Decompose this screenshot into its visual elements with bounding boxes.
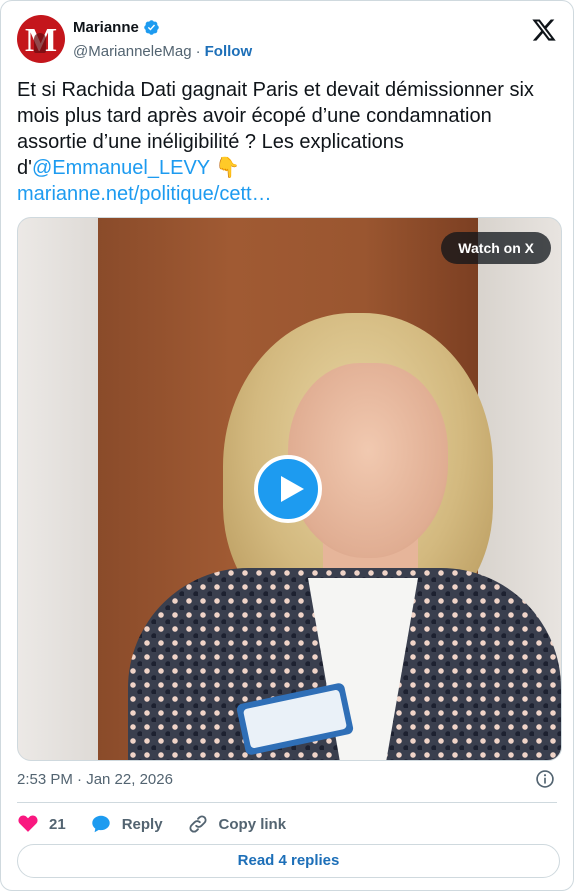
copy-link-label: Copy link — [218, 815, 287, 833]
x-logo-icon[interactable] — [531, 17, 557, 43]
tweet-text: Et si Rachida Dati gagnait Paris et deva… — [17, 77, 559, 207]
play-button[interactable] — [254, 455, 322, 523]
name-line: Marianne — [73, 19, 160, 36]
account-handle[interactable]: @MarianneleMag — [73, 43, 192, 60]
reply-label: Reply — [121, 815, 163, 833]
video-media[interactable]: Watch on X — [17, 217, 562, 761]
heart-icon — [18, 815, 38, 832]
like-button[interactable]: 21 — [17, 813, 66, 835]
play-icon — [281, 476, 304, 502]
tweet-timestamp[interactable]: 2:53 PM · Jan 22, 2026 — [17, 771, 173, 788]
tweet-card: M Marianne @MarianneleMag · Follow Et si… — [0, 0, 574, 891]
separator-dot: · — [195, 43, 201, 60]
avatar-figure — [34, 33, 46, 53]
verified-badge-icon — [144, 20, 159, 35]
pointing-down-emoji: 👇 — [215, 157, 241, 179]
reply-bubble-icon — [91, 815, 110, 833]
handle-line: @MarianneleMag · Follow — [73, 43, 252, 60]
account-name[interactable]: Marianne — [73, 19, 139, 36]
action-bar: 21 Reply Copy link — [17, 813, 310, 835]
reply-button[interactable]: Reply — [90, 813, 163, 835]
avatar[interactable]: M — [17, 15, 65, 63]
background-wall — [18, 218, 98, 760]
watch-on-x-button[interactable]: Watch on X — [441, 232, 551, 264]
article-link[interactable]: marianne.net/politique/cett… — [17, 181, 559, 207]
like-count: 21 — [49, 815, 66, 833]
copy-link-button[interactable]: Copy link — [187, 813, 287, 835]
read-replies-button[interactable]: Read 4 replies — [17, 844, 560, 878]
divider — [17, 802, 557, 803]
video-subject-face — [288, 363, 448, 558]
info-icon[interactable] — [535, 769, 555, 789]
link-icon — [189, 815, 207, 833]
follow-button[interactable]: Follow — [205, 43, 253, 60]
tweet-header: M Marianne @MarianneleMag · Follow — [17, 15, 557, 63]
mention-link[interactable]: @Emmanuel_LEVY — [32, 157, 210, 179]
